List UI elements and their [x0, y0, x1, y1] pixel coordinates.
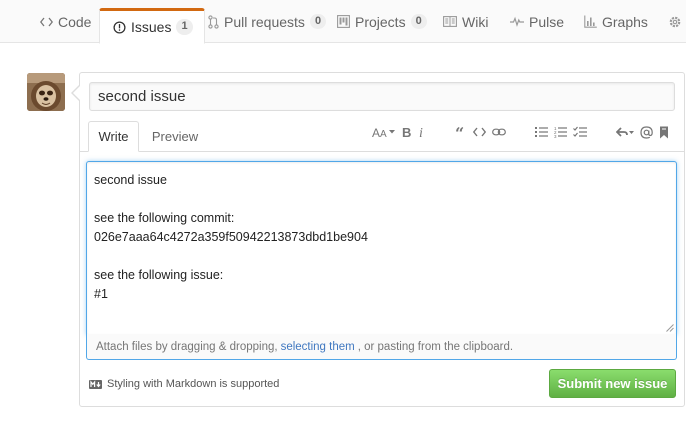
svg-text:B: B: [402, 126, 411, 138]
toolbar-insert-group: “: [455, 122, 512, 142]
comment-body-textarea[interactable]: second issue see the following commit: 0…: [86, 161, 677, 335]
select-files-link[interactable]: selecting them: [281, 341, 355, 353]
tab-label: Pull requests: [224, 13, 305, 30]
markdown-help-link[interactable]: Styling with Markdown is supported: [89, 376, 279, 392]
tab-label: Code: [58, 13, 92, 30]
code-icon: [40, 17, 53, 26]
bookmark-icon[interactable]: [659, 122, 669, 142]
tab-pulse[interactable]: Pulse: [510, 0, 564, 43]
issue-opened-icon: [113, 20, 126, 34]
toolbar-text-group: AA B i: [372, 122, 432, 142]
text-size-icon[interactable]: AA: [372, 122, 396, 142]
resize-handle-icon[interactable]: [666, 324, 674, 332]
svg-text:“: “: [455, 126, 464, 138]
gear-icon: [669, 16, 681, 27]
tab-code[interactable]: Code: [40, 0, 91, 43]
markdown-icon: [89, 379, 102, 389]
tab-graphs[interactable]: Graphs: [584, 0, 648, 43]
svg-text:i: i: [419, 126, 423, 138]
tab-preview[interactable]: Preview: [141, 121, 209, 152]
comment-line: see the following commit:: [94, 211, 235, 225]
tab-label: Graphs: [602, 13, 648, 30]
comment-line: 026e7aaa64c4272a359f50942213873dbd1be904: [94, 230, 368, 244]
ordered-list-icon[interactable]: 123: [554, 122, 567, 142]
tab-pull-requests[interactable]: Pull requests 0: [208, 0, 327, 43]
tab-write[interactable]: Write: [88, 121, 139, 152]
bold-icon[interactable]: B: [402, 122, 412, 142]
comment-line: see the following issue:: [94, 268, 224, 282]
unordered-list-icon[interactable]: [535, 122, 548, 142]
avatar[interactable]: [27, 73, 65, 111]
git-pull-request-icon: [208, 14, 219, 29]
toolbar-list-group: 123: [535, 122, 593, 142]
markdown-hint-text: Styling with Markdown is supported: [107, 378, 280, 390]
file-attach-bar[interactable]: Attach files by dragging & dropping, sel…: [86, 334, 677, 360]
comment-line: [94, 247, 669, 266]
code-icon[interactable]: [473, 122, 486, 142]
tab-issues[interactable]: Issues 1: [99, 8, 205, 44]
quote-icon[interactable]: “: [455, 122, 467, 142]
project-icon: [337, 15, 350, 28]
tab-projects[interactable]: Projects 0: [337, 0, 427, 43]
comment-line: [94, 190, 669, 209]
submit-new-issue-button[interactable]: Submit new issue: [549, 369, 676, 398]
attach-text-suffix: , or pasting from the clipboard.: [357, 340, 514, 353]
tab-label: Wiki: [462, 13, 489, 30]
comment-line: #1: [94, 287, 108, 301]
book-icon: [443, 16, 457, 27]
toolbar-misc-group: [616, 122, 675, 142]
projects-counter: 0: [410, 13, 427, 30]
svg-text:A: A: [380, 129, 387, 138]
pulse-icon: [510, 16, 524, 27]
mention-icon[interactable]: [640, 122, 653, 142]
tab-wiki[interactable]: Wiki: [443, 0, 488, 43]
pull-requests-counter: 0: [309, 13, 327, 30]
attach-text-prefix: Attach files by dragging & dropping,: [96, 340, 278, 353]
tab-label: Issues: [131, 19, 172, 35]
svg-text:3: 3: [554, 134, 557, 138]
issues-counter: 1: [176, 19, 193, 35]
tab-label: Pulse: [529, 13, 565, 30]
task-list-icon[interactable]: [573, 122, 587, 142]
tab-settings[interactable]: [668, 0, 686, 43]
avatar-image: [27, 73, 65, 111]
link-icon[interactable]: [492, 122, 506, 142]
tab-label: Projects: [355, 13, 406, 30]
comment-line: second issue: [94, 173, 167, 187]
reply-icon[interactable]: [616, 122, 634, 142]
repo-navigation: Code Issues 1 Pull requests 0 Projects 0…: [0, 0, 686, 44]
form-pointer-inner: [73, 86, 80, 100]
issue-title-input[interactable]: [89, 82, 675, 111]
italic-icon[interactable]: i: [418, 122, 426, 142]
graph-icon: [584, 15, 597, 28]
svg-text:A: A: [372, 126, 380, 138]
